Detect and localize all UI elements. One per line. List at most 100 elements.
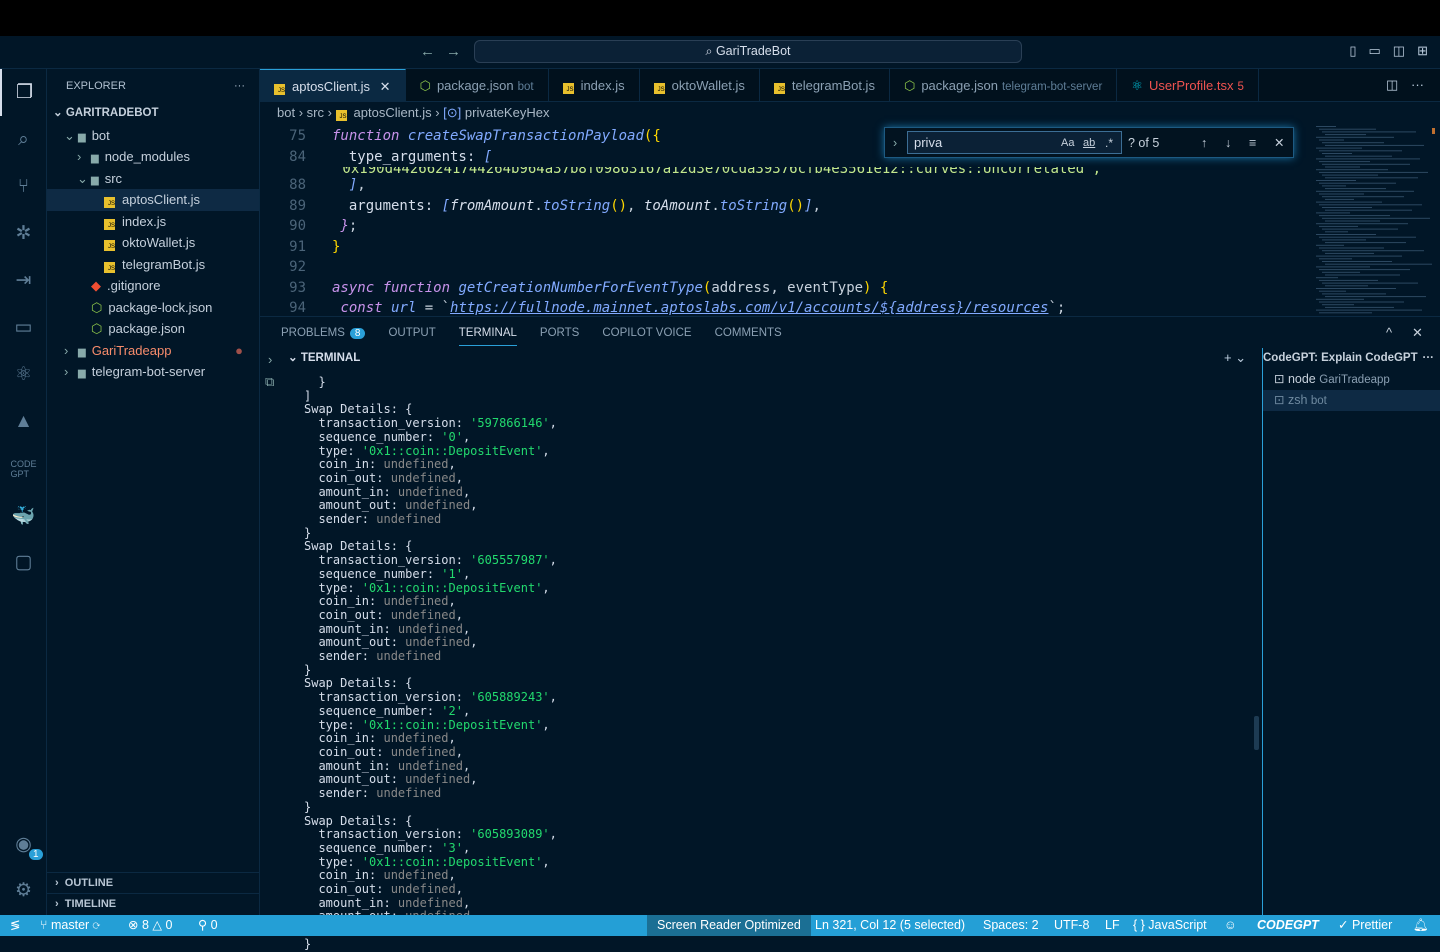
panel-tab-output[interactable]: OUTPUT — [388, 327, 435, 339]
problems-indicator[interactable]: ⊗ 8 △ 0 — [128, 915, 172, 936]
encoding[interactable]: UTF-8 — [1054, 915, 1089, 936]
tree-item[interactable]: JS oktoWallet.js — [47, 232, 259, 254]
terminal-item-node[interactable]: ⊡ node GariTradeapp — [1263, 369, 1440, 390]
indentation[interactable]: Spaces: 2 — [983, 915, 1039, 936]
editor-tabs: JS aptosClient.js ✕ ⬡ package.json bot JS inde… — [260, 69, 1440, 102]
breadcrumb-item[interactable]: src — [307, 105, 324, 120]
regex-toggle[interactable]: .* — [1105, 136, 1113, 150]
chevron-right-icon: › — [64, 342, 69, 358]
breadcrumb-item[interactable]: bot — [277, 105, 295, 120]
tree-item[interactable]: › ▆ telegram-bot-server — [47, 361, 259, 383]
panel-tab-terminal[interactable]: TERMINAL — [458, 327, 517, 346]
monitor-icon[interactable]: ▭ — [0, 304, 47, 351]
breadcrumb-item[interactable]: privateKeyHex — [465, 105, 550, 120]
cursor-position[interactable]: Ln 321, Col 12 (5 selected) — [815, 915, 965, 936]
react-icon[interactable]: ⚛ — [0, 351, 47, 398]
tree-item[interactable]: › ▆ GariTradeapp ● — [47, 340, 259, 362]
close-tab-icon[interactable]: ✕ — [380, 79, 391, 94]
tree-item[interactable]: ◆ .gitignore — [47, 275, 259, 297]
toggle-panel-icon[interactable]: ▭ — [1369, 43, 1381, 59]
tab-index-js[interactable]: JS index.js — [549, 69, 640, 102]
minimap-line — [1319, 312, 1372, 314]
source-control-icon[interactable]: ⑂ — [0, 163, 47, 210]
next-match-icon[interactable]: ↓ — [1225, 136, 1231, 150]
workspace-root[interactable]: ⌄ GARITRADEBOT — [47, 103, 259, 125]
tree-item[interactable]: JS aptosClient.js — [47, 189, 259, 211]
minimap[interactable] — [1310, 126, 1440, 316]
minimap-line — [1325, 166, 1360, 168]
tab-telegrambot-js[interactable]: JS telegramBot.js — [760, 69, 890, 102]
tree-item[interactable]: ⌄ ▆ src — [47, 168, 259, 190]
chat-icon[interactable]: ▢ — [0, 539, 47, 586]
copilot-icon[interactable]: ☺ — [1224, 915, 1237, 936]
terminal-output[interactable]: } ] Swap Details: { transaction_version:… — [304, 375, 557, 952]
debug-icon[interactable]: ✲ — [0, 210, 47, 257]
account-icon[interactable]: ◉ 1 — [0, 821, 47, 868]
panel-tab-ports[interactable]: PORTS — [540, 327, 579, 339]
terminal-icon[interactable]: ⧉ — [265, 374, 274, 390]
ports-indicator[interactable]: ⚲ 0 — [198, 915, 218, 936]
tab-aptosclient-js[interactable]: JS aptosClient.js ✕ — [260, 69, 406, 102]
split-editor-icon[interactable]: ◫ — [1386, 77, 1398, 93]
timeline-section[interactable]: › TIMELINE — [47, 893, 260, 914]
match-word-toggle[interactable]: ab — [1083, 137, 1095, 149]
terminal-item-zsh[interactable]: ⊡ zsh bot — [1263, 390, 1440, 411]
more-actions-icon[interactable]: ··· — [1411, 77, 1424, 92]
terminal-scrollbar[interactable] — [1254, 716, 1259, 750]
tab-package-json[interactable]: ⬡ package.json bot — [406, 69, 549, 102]
toggle-sidebar-icon[interactable]: ▯ — [1349, 43, 1356, 59]
line-number: 75 — [289, 128, 306, 144]
outline-section[interactable]: › OUTLINE — [47, 872, 260, 893]
tree-item[interactable]: ⬡ package.json — [47, 318, 259, 340]
toggle-replace-icon[interactable]: › — [893, 136, 897, 150]
find-in-selection-icon[interactable]: ≡ — [1249, 136, 1256, 150]
command-center[interactable]: ⌕ GariTradeBot — [474, 40, 1022, 63]
aptos-icon[interactable]: ▲ — [0, 398, 47, 445]
search-icon[interactable]: ⌕ — [0, 116, 47, 163]
panel-tab-comments[interactable]: COMMENTS — [715, 327, 782, 339]
tab-oktowallet-js[interactable]: JS oktoWallet.js — [640, 69, 760, 102]
codegpt-icon[interactable]: CODE GPT — [0, 445, 47, 492]
language-mode[interactable]: { } JavaScript — [1133, 915, 1207, 936]
minimap-line — [1316, 136, 1394, 138]
minimap-line — [1322, 228, 1398, 230]
close-panel-icon[interactable]: ✕ — [1412, 325, 1423, 341]
chevron-right-icon[interactable]: › — [268, 352, 272, 367]
screen-reader-mode[interactable]: Screen Reader Optimized — [647, 915, 811, 936]
tree-item[interactable]: JS index.js — [47, 211, 259, 233]
tree-item[interactable]: ⌄ ▆ bot — [47, 125, 259, 147]
explorer-icon[interactable]: ❐ — [0, 69, 47, 116]
remote-icon[interactable]: ≶ — [10, 915, 20, 936]
maximize-panel-icon[interactable]: ^ — [1386, 325, 1392, 340]
close-icon[interactable]: ✕ — [1274, 135, 1284, 150]
remote-explorer-icon[interactable]: ⇥ — [0, 257, 47, 304]
tab-userprofile-tsx[interactable]: ⚛ UserProfile.tsx 5 — [1117, 69, 1259, 102]
customize-layout-icon[interactable]: ⊞ — [1417, 43, 1428, 59]
codegpt-status[interactable]: CODEGPT — [1257, 915, 1319, 936]
notifications-icon[interactable]: 🔔︎ — [1413, 915, 1429, 936]
previous-match-icon[interactable]: ↑ — [1201, 136, 1207, 150]
tab-package-json[interactable]: ⬡ package.json telegram-bot-server — [890, 69, 1118, 102]
match-case-toggle[interactable]: Aa — [1061, 137, 1074, 149]
chevron-down-icon: ⌄ — [53, 107, 66, 119]
panel-tab-copilot-voice[interactable]: COPILOT VOICE — [602, 327, 691, 339]
search-icon: ⌕ — [705, 44, 716, 58]
forward-icon[interactable]: → — [446, 43, 461, 60]
breadcrumb-item[interactable]: aptosClient.js — [354, 105, 432, 120]
tree-item[interactable]: › ▆ node_modules — [47, 146, 259, 168]
branch-indicator[interactable]: ⑂ master ⟳ — [40, 915, 100, 936]
panel-tab-problems[interactable]: PROBLEMS 8 — [281, 327, 366, 339]
new-terminal-icon[interactable]: + ⌄ — [1224, 350, 1246, 366]
tree-item[interactable]: JS telegramBot.js — [47, 254, 259, 276]
more-icon[interactable]: ··· — [1423, 348, 1435, 369]
docker-icon[interactable]: 🐳 — [0, 492, 47, 539]
prettier-status[interactable]: ✓ Prettier — [1338, 915, 1392, 936]
settings-gear-icon[interactable]: ⚙ — [0, 867, 47, 914]
minimap-line — [1322, 304, 1354, 306]
more-actions-icon[interactable]: ··· — [234, 69, 245, 103]
line-ending[interactable]: LF — [1105, 915, 1120, 936]
toggle-secondary-sidebar-icon[interactable]: ◫ — [1393, 43, 1405, 59]
back-icon[interactable]: ← — [420, 43, 435, 60]
panel-tabs: PROBLEMS 8 OUTPUT TERMINAL PORTS COPILOT VOIC… — [260, 317, 1440, 349]
tree-item[interactable]: ⬡ package-lock.json — [47, 297, 259, 319]
